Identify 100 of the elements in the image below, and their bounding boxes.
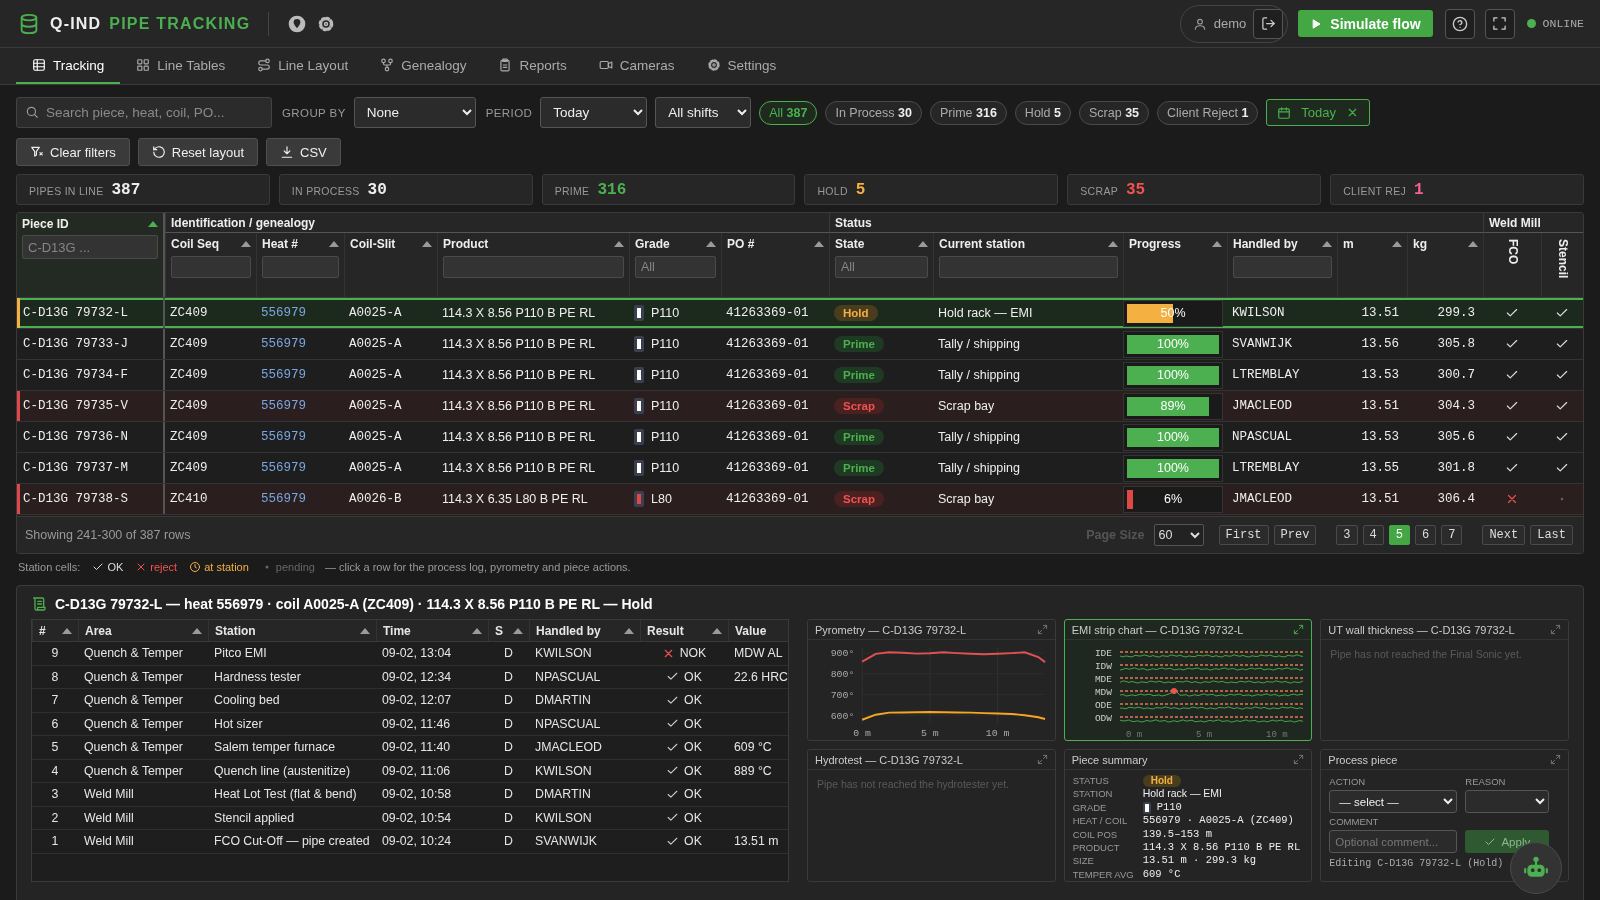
column-header[interactable]: Progress [1129, 237, 1182, 251]
filter-chip[interactable]: Prime 316 [929, 100, 1007, 125]
column-header[interactable]: Stencil [1555, 239, 1570, 279]
table-row[interactable]: C-D13G 79738-S ZC410 556979 A0026-B 114.3 X 6.35 L80 B PE RL L80 41263369-01 Scrap Scrap bay 6% JMACLEOD 13.51 306.4 [17, 484, 1583, 515]
column-header[interactable]: Coil Seq [171, 237, 219, 251]
filter-chip[interactable]: Client Reject 1 [1157, 100, 1259, 125]
column-header[interactable]: Value [735, 623, 767, 638]
expand-icon[interactable] [1293, 754, 1305, 765]
column-header[interactable]: Heat # [262, 237, 299, 251]
column-header[interactable]: Time [383, 623, 411, 638]
sort-icon[interactable] [360, 627, 370, 634]
filter-field[interactable] [939, 256, 1118, 278]
sort-icon[interactable] [624, 627, 634, 634]
column-header[interactable]: FCO [1505, 239, 1520, 265]
sort-icon[interactable] [1322, 241, 1332, 247]
column-header[interactable]: Current station [939, 237, 1025, 251]
sort-icon[interactable] [918, 241, 928, 247]
reset-layout-button[interactable]: Reset layout [137, 138, 258, 166]
sort-icon[interactable] [62, 627, 72, 634]
help-button[interactable] [1444, 8, 1475, 39]
shift-select[interactable]: All shifts [655, 97, 752, 128]
expand-icon[interactable] [1036, 754, 1048, 765]
last-page-button[interactable]: Last [1530, 525, 1573, 545]
heat-link[interactable]: 556979 [261, 306, 306, 320]
page-button[interactable]: 6 [1414, 525, 1437, 545]
expand-icon[interactable] [1036, 624, 1048, 635]
heat-link[interactable]: 556979 [261, 461, 306, 475]
period-select[interactable]: Today [540, 97, 648, 128]
filter-field[interactable] [1233, 256, 1332, 278]
sort-icon[interactable] [329, 241, 339, 247]
filter-field[interactable] [443, 256, 624, 278]
sort-icon[interactable] [712, 627, 722, 634]
column-header[interactable]: Product [443, 237, 489, 251]
sort-icon[interactable] [1212, 241, 1222, 247]
sort-icon[interactable] [614, 241, 624, 247]
filter-chip[interactable]: Hold 5 [1014, 100, 1071, 125]
sort-icon[interactable] [148, 221, 158, 227]
heat-link[interactable]: 556979 [261, 368, 306, 382]
nav-tab[interactable]: Tracking [16, 48, 121, 84]
column-header[interactable]: Area [85, 623, 112, 638]
expand-icon[interactable] [1550, 754, 1561, 765]
column-header[interactable]: Handled by [1233, 237, 1298, 251]
heat-link[interactable]: 556979 [261, 399, 306, 413]
next-page-button[interactable]: Next [1482, 525, 1526, 545]
sort-icon[interactable] [422, 241, 432, 247]
nav-tab[interactable]: Line Layout [241, 48, 365, 84]
first-page-button[interactable]: First [1218, 525, 1269, 545]
column-header[interactable]: State [835, 237, 865, 251]
column-header[interactable]: Result [647, 623, 684, 638]
table-row[interactable]: C-D13G 79733-J ZC409 556979 A0025-A 114.3 X 8.56 P110 B PE RL P110 41263369-01 Prime Tally / shipping 100% SVANWIJK 13.56 305.8 [17, 329, 1583, 360]
sort-icon[interactable] [513, 627, 523, 634]
filter-chip[interactable]: In Process 30 [825, 100, 922, 125]
comment-field[interactable]: Optional comment... [1329, 830, 1458, 853]
column-header[interactable]: Handled by [536, 623, 601, 638]
sort-icon[interactable] [1392, 241, 1402, 247]
page-button[interactable]: 3 [1336, 525, 1358, 545]
sort-icon[interactable] [814, 241, 824, 247]
filter-field[interactable]: All [835, 256, 928, 278]
nav-tab[interactable]: Cameras [582, 48, 691, 84]
table-row[interactable]: C-D13G 79736-N ZC409 556979 A0025-A 114.3 X 8.56 P110 B PE RL P110 41263369-01 Prime Tally / shipping 100% NPASCUAL 13.53 305.6 [17, 422, 1583, 453]
page-button[interactable]: 7 [1441, 525, 1463, 545]
search-field[interactable]: Search piece, heat, coil, PO... [16, 97, 272, 128]
column-header[interactable]: Coil-Slit [350, 237, 396, 251]
logout-button[interactable] [1253, 8, 1284, 39]
column-header[interactable]: Station [215, 623, 256, 638]
action-select[interactable]: — select — [1329, 790, 1458, 813]
nav-tab[interactable]: Reports [482, 48, 583, 84]
sort-icon[interactable] [706, 241, 716, 247]
column-header[interactable]: # [39, 623, 46, 638]
column-header[interactable]: S [495, 623, 503, 638]
filter-field[interactable]: C-D13G ... [22, 235, 158, 259]
fullscreen-button[interactable] [1484, 8, 1515, 39]
heat-link[interactable]: 556979 [261, 492, 306, 506]
previous-page-button[interactable]: Prev [1273, 525, 1317, 545]
sort-icon[interactable] [192, 627, 202, 634]
pin-badge-icon[interactable] [287, 13, 308, 34]
filter-field[interactable]: All [635, 256, 716, 278]
filter-chip[interactable]: All 387 [759, 100, 818, 125]
column-header[interactable]: Grade [635, 237, 670, 251]
sort-icon[interactable] [241, 241, 251, 247]
date-filter-chip[interactable]: Today [1266, 99, 1371, 126]
expand-icon[interactable] [1293, 624, 1305, 635]
filter-chip[interactable]: Scrap 35 [1079, 100, 1150, 125]
nav-tab[interactable]: Genealogy [364, 48, 483, 84]
column-header[interactable]: Piece ID [22, 217, 69, 231]
csv-button[interactable]: CSV [266, 138, 341, 166]
column-header[interactable]: PO # [727, 237, 755, 251]
sort-icon[interactable] [472, 627, 482, 634]
sort-icon[interactable] [1108, 241, 1118, 247]
clear-filters-button[interactable]: Clear filters [16, 138, 130, 166]
heat-link[interactable]: 556979 [261, 430, 306, 444]
gear-icon[interactable] [317, 14, 336, 33]
expand-icon[interactable] [1550, 624, 1561, 635]
sort-icon[interactable] [1468, 241, 1478, 247]
heat-link[interactable]: 556979 [261, 337, 306, 351]
group-by-select[interactable]: None [353, 97, 476, 128]
nav-tab[interactable]: Settings [690, 48, 793, 84]
page-button[interactable]: 4 [1362, 525, 1384, 545]
filter-field[interactable] [262, 256, 339, 278]
page-size-select[interactable]: 60 [1153, 524, 1204, 546]
